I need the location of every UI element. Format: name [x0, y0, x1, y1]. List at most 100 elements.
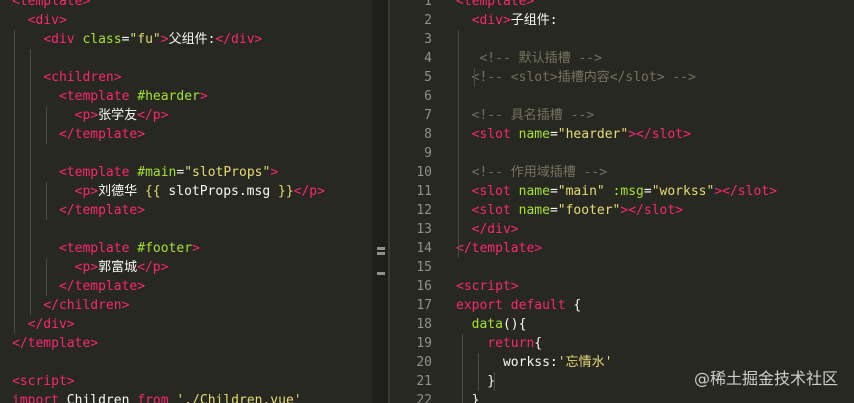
code-token: <!-- 默认插槽 -->	[479, 51, 602, 66]
code-token: </template>	[456, 241, 543, 256]
code-line[interactable]: 14 </template>	[390, 239, 854, 258]
code-line[interactable]: <script>	[0, 372, 372, 391]
code-line[interactable]: 15	[390, 258, 854, 277]
code-token: ></slot>	[620, 203, 684, 218]
code-text: </div>	[12, 315, 75, 334]
code-line[interactable]	[0, 49, 372, 68]
code-line[interactable]: 6	[390, 87, 854, 106]
scroll-thumb-mark[interactable]	[377, 252, 385, 255]
line-number: 17	[416, 298, 432, 313]
code-line[interactable]	[0, 144, 372, 163]
code-line[interactable]	[0, 353, 372, 372]
code-line[interactable]: 8 <slot name="hearder"></slot>	[390, 125, 854, 144]
code-line[interactable]: 9	[390, 144, 854, 163]
code-line[interactable]: 10 <!-- 作用域插槽 -->	[390, 163, 854, 182]
code-line[interactable]: import Children from './Children.vue'	[0, 391, 372, 403]
code-token: 张学友	[98, 108, 138, 123]
code-line[interactable]: 22 }	[390, 391, 854, 403]
code-line[interactable]: <template>	[0, 0, 372, 11]
code-line[interactable]: 17 export default {	[390, 296, 854, 315]
code-token: <!-- 具名插槽 -->	[471, 108, 595, 123]
code-line[interactable]: 4 <!-- 默认插槽 -->	[390, 49, 854, 68]
code-line[interactable]: 12 <slot name="footer"></slot>	[390, 201, 854, 220]
code-line[interactable]: 7 <!-- 具名插槽 -->	[390, 106, 854, 125]
code-line[interactable]: </template>	[0, 277, 372, 296]
code-line[interactable]: 5 <!-- <slot>插槽内容</slot> -->	[390, 68, 854, 87]
code-line[interactable]: <template #footer>	[0, 239, 372, 258]
code-line[interactable]: </children>	[0, 296, 372, 315]
code-line[interactable]: <p>刘德华 {{ slotProps.msg }}</p>	[0, 182, 372, 201]
code-token: from	[137, 393, 169, 403]
indent-guide	[478, 353, 479, 391]
code-token: name	[518, 203, 550, 218]
line-number: 1	[424, 0, 432, 9]
code-line[interactable]: <div class="fu">父组件:</div>	[0, 30, 372, 49]
line-number: 10	[416, 165, 432, 180]
code-token: #main	[137, 165, 177, 180]
code-text: <slot name="main" :msg="workss"></slot>	[456, 182, 777, 201]
code-text: export default {	[456, 296, 581, 315]
code-token: (){	[502, 317, 527, 332]
code-token: {{	[144, 184, 161, 199]
code-line[interactable]: 18 data(){	[390, 315, 854, 334]
code-text: </template>	[456, 239, 542, 258]
code-token: import	[12, 393, 59, 403]
code-line[interactable]: </template>	[0, 125, 372, 144]
scroll-thumb-mark[interactable]	[377, 247, 385, 250]
scroll-thumb-mark[interactable]	[377, 272, 385, 275]
code-token: <slot	[471, 127, 519, 142]
code-text: <!-- 作用域插槽 -->	[456, 163, 607, 182]
code-token: </template>	[58, 203, 146, 218]
code-token: 刘德华	[98, 184, 145, 199]
left-editor-pane[interactable]: <template> <div> <div class="fu">父组件:</d…	[0, 0, 372, 403]
code-line[interactable]: </div>	[0, 315, 372, 334]
code-line[interactable]: <template #main="slotProps">	[0, 163, 372, 182]
code-line[interactable]: <p>张学友</p>	[0, 106, 372, 125]
code-token: </template>	[12, 336, 99, 351]
code-line[interactable]: 1 <template>	[390, 0, 854, 11]
code-line[interactable]: <div>	[0, 11, 372, 30]
code-token: }	[456, 393, 480, 403]
code-token: </p>	[137, 108, 169, 123]
code-text: <template #main="slotProps">	[12, 163, 278, 182]
code-token: :msg	[612, 184, 644, 199]
code-line[interactable]: 11 <slot name="main" :msg="workss"></slo…	[390, 182, 854, 201]
code-token: './Children.vue'	[176, 393, 302, 403]
indent-guide	[46, 182, 47, 220]
code-token: 子组件:	[510, 13, 558, 28]
code-line[interactable]: 16 <script>	[390, 277, 854, 296]
code-token: <div>	[27, 13, 67, 28]
code-token: data	[471, 317, 503, 332]
code-text: <p>张学友</p>	[12, 106, 169, 125]
code-line[interactable]: <p>郭富城</p>	[0, 258, 372, 277]
right-editor-pane[interactable]: 1 <template> 2 <div>子组件: 3 4 <!-- 默认插槽 --> 5 …	[390, 0, 854, 403]
code-token: <slot	[471, 184, 519, 199]
code-line[interactable]: <children>	[0, 68, 372, 87]
code-token: </children>	[43, 298, 130, 313]
code-text: </div>	[456, 220, 519, 239]
code-line[interactable]: 2 <div>子组件:	[390, 11, 854, 30]
code-text: <template #footer>	[12, 239, 200, 258]
code-token: <p>	[74, 108, 99, 123]
code-line[interactable]: 3	[390, 30, 854, 49]
code-line[interactable]	[0, 220, 372, 239]
code-token: =	[549, 127, 558, 142]
code-line[interactable]: 13 </div>	[390, 220, 854, 239]
code-line[interactable]: </template>	[0, 334, 372, 353]
code-text: </template>	[12, 201, 145, 220]
code-token: </template>	[58, 279, 146, 294]
code-line[interactable]: <template #hearder>	[0, 87, 372, 106]
code-token: "footer"	[557, 203, 621, 218]
code-token: <!-- <slot>插槽内容</slot> -->	[471, 70, 696, 85]
code-line[interactable]: 19 return{	[390, 334, 854, 353]
code-line[interactable]: </template>	[0, 201, 372, 220]
code-text: <div>子组件:	[456, 11, 558, 30]
code-token: <script>	[456, 279, 519, 294]
